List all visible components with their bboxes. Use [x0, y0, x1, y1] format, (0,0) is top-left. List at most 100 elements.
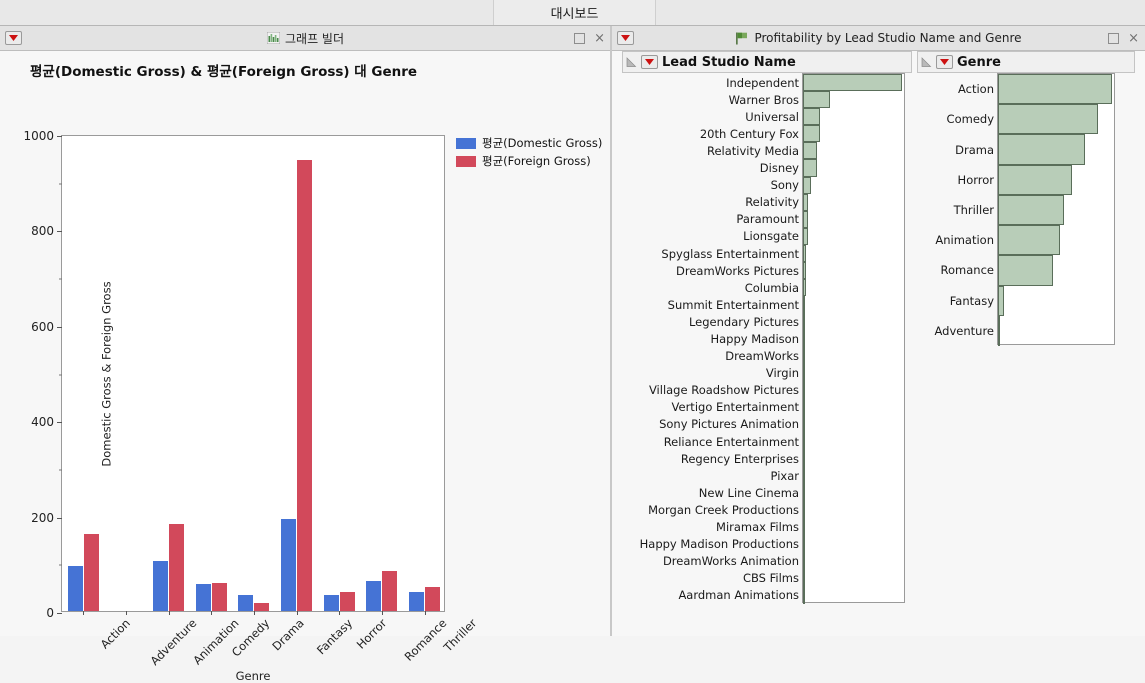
bar[interactable] — [281, 519, 296, 611]
distribution-header-lead-studio-name[interactable]: Lead Studio Name — [622, 51, 912, 73]
distribution-category-label: Columbia — [745, 281, 803, 295]
distribution-bar[interactable] — [803, 330, 805, 347]
distribution-bar[interactable] — [998, 195, 1064, 225]
distribution-category-label: Relativity — [745, 195, 803, 209]
distribution-bar[interactable] — [803, 159, 817, 176]
disclosure-triangle-icon[interactable] — [921, 57, 932, 68]
distribution-category-label: Lionsgate — [743, 229, 803, 243]
close-icon[interactable]: × — [594, 33, 605, 44]
distribution-bar[interactable] — [803, 570, 805, 587]
red-triangle-dropdown-icon[interactable] — [641, 55, 658, 69]
x-axis-tick-mark — [169, 611, 170, 615]
distribution-bar[interactable] — [803, 450, 805, 467]
chart-legend: 평균(Domestic Gross)평균(Foreign Gross) — [456, 135, 602, 169]
x-axis-tick-mark — [425, 611, 426, 615]
distribution-bar[interactable] — [803, 313, 805, 330]
bar[interactable] — [238, 595, 253, 611]
distribution-bar[interactable] — [803, 125, 820, 142]
bar[interactable] — [297, 160, 312, 611]
maximize-icon[interactable] — [574, 33, 585, 44]
distribution-bar[interactable] — [803, 484, 805, 501]
bar-group — [105, 136, 148, 611]
y-axis-tick-label: 800 — [31, 224, 62, 238]
distribution-bar[interactable] — [803, 108, 820, 125]
bar-group — [361, 136, 404, 611]
distribution-bar[interactable] — [803, 536, 805, 553]
distribution-bar[interactable] — [803, 142, 817, 159]
distribution-bar[interactable] — [803, 416, 805, 433]
distribution-category-label: Legendary Pictures — [689, 315, 803, 329]
bar[interactable] — [382, 571, 397, 611]
distribution-bar[interactable] — [803, 177, 811, 194]
distribution-bar[interactable] — [803, 501, 805, 518]
red-triangle-dropdown-icon[interactable] — [5, 31, 22, 45]
bar[interactable] — [153, 561, 168, 611]
distribution-bar[interactable] — [803, 467, 805, 484]
distribution-bar[interactable] — [803, 382, 805, 399]
disclosure-triangle-icon[interactable] — [626, 57, 637, 68]
distribution-bar[interactable] — [803, 279, 806, 296]
profitability-titlebar: Profitability by Lead Studio Name and Ge… — [612, 26, 1145, 51]
bar[interactable] — [254, 603, 269, 611]
distribution-bar[interactable] — [803, 296, 805, 313]
graph-builder-panel: 그래프 빌더 × 평균(Domestic Gross) & 평균(Foreign… — [0, 26, 611, 636]
distribution-bar[interactable] — [998, 255, 1053, 285]
x-axis-tick-mark — [382, 611, 383, 615]
distribution-bar[interactable] — [803, 194, 808, 211]
distribution-bar[interactable] — [998, 74, 1112, 104]
bar[interactable] — [169, 524, 184, 611]
tab-dashboard-label: 대시보드 — [551, 3, 599, 22]
bar[interactable] — [324, 595, 339, 611]
distribution-bar[interactable] — [803, 519, 805, 536]
distribution-header-genre[interactable]: Genre — [917, 51, 1135, 73]
distribution-bar[interactable] — [803, 365, 805, 382]
distribution-bar[interactable] — [803, 228, 808, 245]
distribution-category-label: Fantasy — [950, 294, 998, 308]
profitability-window-controls: × — [1108, 26, 1139, 51]
bar[interactable] — [409, 592, 424, 611]
bar-group — [190, 136, 233, 611]
bar[interactable] — [340, 592, 355, 611]
bar[interactable] — [212, 583, 227, 611]
distribution-bar[interactable] — [803, 262, 806, 279]
bar[interactable] — [84, 534, 99, 611]
bar-group — [275, 136, 318, 611]
distribution-bar[interactable] — [998, 225, 1060, 255]
distribution-bar[interactable] — [998, 286, 1004, 316]
distribution-bar[interactable] — [803, 433, 805, 450]
x-axis-tick-mark — [211, 611, 212, 615]
bar[interactable] — [425, 587, 440, 611]
distribution-bar[interactable] — [998, 104, 1098, 134]
bar-series-container — [62, 136, 444, 611]
distribution-lead-studio-name: Lead Studio Name IndependentWarner BrosU… — [622, 51, 912, 73]
distribution-bar[interactable] — [803, 245, 806, 262]
bar[interactable] — [68, 566, 83, 611]
distribution-bar[interactable] — [803, 91, 830, 108]
distribution-bar[interactable] — [998, 134, 1085, 164]
bar[interactable] — [196, 584, 211, 611]
distribution-bar[interactable] — [998, 316, 1000, 346]
lead-studio-name-plot: IndependentWarner BrosUniversal20th Cent… — [802, 73, 905, 603]
x-axis-tick-label: Thriller — [441, 616, 479, 654]
bar[interactable] — [366, 581, 381, 611]
distribution-bar[interactable] — [803, 399, 805, 416]
distribution-bar[interactable] — [803, 211, 808, 228]
distribution-category-label: Comedy — [947, 112, 998, 126]
red-triangle-dropdown-icon[interactable] — [936, 55, 953, 69]
y-axis-tick-label: 400 — [31, 415, 62, 429]
distribution-category-label: Sony — [771, 178, 803, 192]
legend-label: 평균(Domestic Gross) — [482, 135, 602, 151]
distribution-category-label: Relativity Media — [707, 144, 803, 158]
maximize-icon[interactable] — [1108, 33, 1119, 44]
workspace: 그래프 빌더 × 평균(Domestic Gross) & 평균(Foreign… — [0, 26, 1145, 636]
tab-dashboard[interactable]: 대시보드 — [493, 0, 656, 25]
distribution-bar[interactable] — [998, 165, 1072, 195]
distribution-bar[interactable] — [803, 553, 805, 570]
distribution-category-label: Animation — [935, 233, 998, 247]
red-triangle-dropdown-icon[interactable] — [617, 31, 634, 45]
distribution-bar[interactable] — [803, 74, 902, 91]
profitability-panel: Profitability by Lead Studio Name and Ge… — [612, 26, 1145, 636]
close-icon[interactable]: × — [1128, 33, 1139, 44]
distribution-bar[interactable] — [803, 587, 805, 604]
distribution-bar[interactable] — [803, 348, 805, 365]
